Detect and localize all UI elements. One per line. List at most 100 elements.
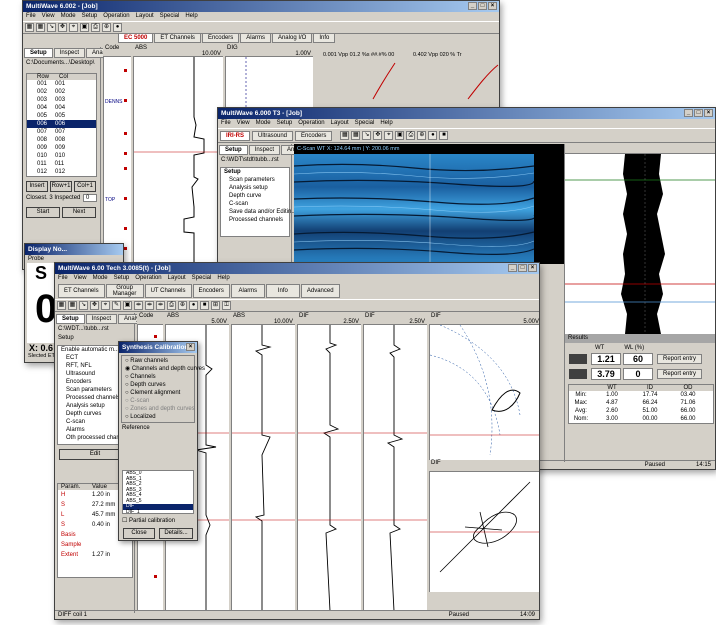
menu-mode[interactable]: Mode [93,274,108,283]
menu-file[interactable]: File [58,274,68,283]
tab-advanced[interactable]: Advanced [300,284,340,298]
cursor-icon[interactable]: ⌖ [101,301,110,310]
menu-help[interactable]: Help [217,274,229,283]
record-icon[interactable]: ● [113,23,122,32]
close-icon[interactable]: × [488,2,497,10]
menu-file[interactable]: File [221,119,231,128]
menu-setup[interactable]: Setup [277,119,293,128]
minimize-icon[interactable]: _ [468,2,477,10]
tab-iri-rs[interactable]: IRI-RS [220,130,250,141]
menu-special[interactable]: Special [355,119,375,128]
calibration-option-radio[interactable]: Zones and depth curves [122,405,194,413]
menu-view[interactable]: View [74,274,87,283]
grid-icon[interactable]: ▦ [25,23,34,32]
start-button[interactable]: Start [26,207,60,218]
list-item[interactable]: 004 004 [27,104,96,112]
tab-inspect[interactable]: Inspect [53,48,86,58]
arrow-icon[interactable]: ↘ [362,131,372,140]
setup-item[interactable]: Scan parameters [221,176,289,184]
tab-encoders[interactable]: Encoders [192,284,230,298]
ruler-icon[interactable]: ⊞ [211,301,220,310]
list-item[interactable]: 011 011 [27,160,96,168]
close-button[interactable]: Close [123,528,155,539]
zoom-icon[interactable]: ⊕ [102,23,111,32]
maximize-icon[interactable]: □ [478,2,487,10]
tab-ut-channels[interactable]: UT Channels [144,284,192,298]
menu-setup[interactable]: Setup [82,12,98,21]
save-icon[interactable]: ▣ [395,131,405,140]
grid-icon[interactable]: ▦ [68,301,77,310]
split-icon[interactable]: ⇹ [145,301,154,310]
list-item[interactable]: 003 003 [27,96,96,104]
grid-icon[interactable]: ▦ [351,131,361,140]
list-item[interactable]: 009 009 [27,144,96,152]
tab-analog[interactable]: Analog I/O [271,33,313,43]
tab-inspect[interactable]: Inspect [85,314,118,324]
close-icon[interactable]: × [704,109,713,117]
setup-item[interactable]: C-scan [221,200,289,208]
menu-file[interactable]: File [26,12,36,21]
tab-ultrasound[interactable]: Ultrasound [252,130,294,141]
record-icon[interactable]: ● [189,301,198,310]
split-icon[interactable]: ⇹ [134,301,143,310]
list-item[interactable]: 012 012 [27,168,96,176]
calibration-option-radio[interactable]: Channels [122,373,194,381]
move-icon[interactable]: ✥ [373,131,383,140]
setup-item[interactable]: Setup [221,168,289,176]
reference-item[interactable]: DIF_1 [123,509,193,513]
menu-mode[interactable]: Mode [256,119,271,128]
save-icon[interactable]: ▣ [123,301,132,310]
tab-info[interactable]: Info [265,284,300,298]
tab-setup[interactable]: Setup [56,314,85,324]
list-item[interactable]: 006 006 [27,120,96,128]
maximize-icon[interactable]: □ [518,264,527,272]
setup-item[interactable]: Save data and/or Editin... [221,208,296,216]
menu-layout[interactable]: Layout [331,119,349,128]
zoom-icon[interactable]: ⊕ [178,301,187,310]
close-icon[interactable]: × [186,343,195,351]
pin-icon[interactable]: ✎ [112,301,121,310]
calibration-option-radio[interactable]: Depth curves [122,381,194,389]
record-icon[interactable]: ● [428,131,438,140]
setup-item[interactable]: Processed channels [221,216,289,224]
close-icon[interactable]: × [528,264,537,272]
menu-operation[interactable]: Operation [103,12,129,21]
tab-alarms[interactable]: Alarms [230,284,265,298]
tab-info[interactable]: Info [313,33,336,43]
stop-icon[interactable]: ■ [200,301,209,310]
grid-icon[interactable]: ▦ [340,131,350,140]
closest-value[interactable]: 0 [83,194,97,202]
row-plus-button[interactable]: Row+1 [50,181,72,192]
menu-special[interactable]: Special [160,12,180,21]
tab-et-channels[interactable]: ET Channels [154,33,201,43]
cscan-view[interactable] [294,154,564,264]
setup-item[interactable]: Analysis setup [221,184,289,192]
minimize-icon[interactable]: _ [508,264,517,272]
partial-calibration-checkbox[interactable]: ☐ Partial calibration [122,517,175,524]
arrow-icon[interactable]: ↘ [79,301,88,310]
tab-setup[interactable]: Setup [24,48,53,58]
list-item[interactable]: 001 001 [27,80,96,88]
menu-setup[interactable]: Setup [114,274,130,283]
menu-operation[interactable]: Operation [135,274,161,283]
details-button[interactable]: Details... [159,528,193,539]
report-entry-button[interactable]: Report entry [657,369,703,379]
menu-help[interactable]: Help [185,12,197,21]
report-entry-button[interactable]: Report entry [657,354,703,364]
calibration-option-radio[interactable]: Channels and depth curves [122,365,205,373]
tab-et-channels[interactable]: ET Channels [58,284,105,298]
reference-list[interactable]: ABS_0 ABS_1 ABS_2 ABS_3 ABS_4 ABS_5 DIF DIF_1 [122,470,194,514]
calibration-option-radio[interactable]: Raw channels [122,357,194,365]
move-icon[interactable]: ✥ [90,301,99,310]
tab-alarms[interactable]: Alarms [240,33,271,43]
setup-item[interactable]: Depth curve [221,192,289,200]
cursor-icon[interactable]: ⌖ [384,131,394,140]
grid-icon[interactable]: ▦ [36,23,45,32]
move-icon[interactable]: ✥ [58,23,67,32]
menu-operation[interactable]: Operation [298,119,324,128]
list-item[interactable]: 002 002 [27,88,96,96]
key-icon[interactable]: ⚿ [222,301,231,310]
list-item[interactable]: 010 010 [27,152,96,160]
grid-icon[interactable]: ▦ [57,301,66,310]
tab-setup[interactable]: Setup [219,145,248,155]
